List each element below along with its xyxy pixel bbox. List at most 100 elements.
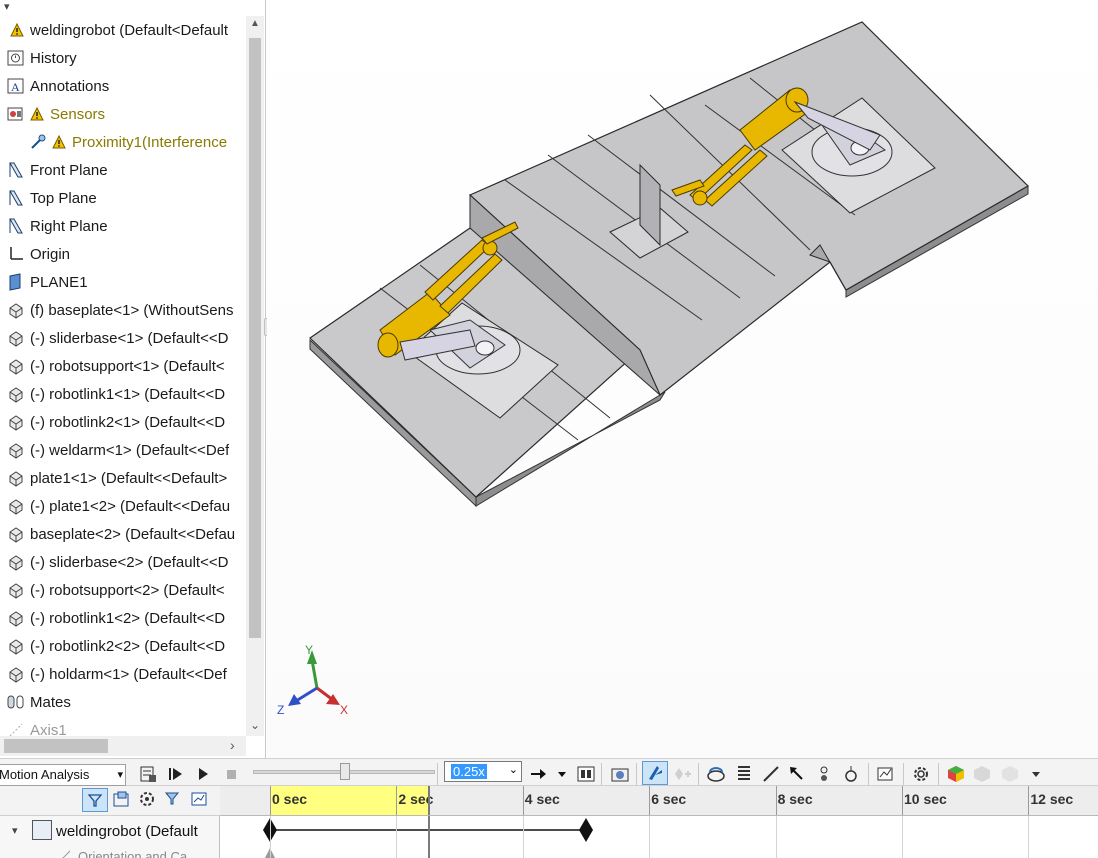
- history-icon: [7, 49, 25, 67]
- tree-item[interactable]: Top Plane: [0, 184, 246, 212]
- tree-item[interactable]: (-) robotlink2<1> (Default<<D: [0, 408, 246, 436]
- tree-item[interactable]: (-) plate1<2> (Default<<Defau: [0, 492, 246, 520]
- ruler-tick-label: 6 sec: [651, 791, 687, 807]
- tree-item-label: (-) robotlink2<2> (Default<<D: [30, 637, 226, 655]
- part-icon: [7, 525, 25, 543]
- filter-results-icon[interactable]: [190, 790, 210, 815]
- grid-line: [1028, 816, 1030, 858]
- solidworks-window: ▾ weldingrobot (Default<Default History A A…: [0, 0, 1098, 858]
- filter-driving-icon[interactable]: [138, 790, 158, 815]
- filter-animating-icon[interactable]: [112, 790, 132, 815]
- tree-item[interactable]: Origin: [0, 240, 246, 268]
- tree-item[interactable]: (-) sliderbase<2> (Default<<D: [0, 548, 246, 576]
- tree-item[interactable]: (-) weldarm<1> (Default<<Def: [0, 436, 246, 464]
- annotations-icon: A: [7, 77, 25, 95]
- warning-icon: [10, 22, 24, 37]
- tree-horizontal-scrollbar[interactable]: ›: [0, 736, 246, 756]
- triad-y-label: Y: [305, 643, 314, 657]
- plane1-icon: [7, 273, 25, 291]
- tree-item-label: Mates: [30, 693, 71, 711]
- options-icon[interactable]: [1000, 764, 1020, 784]
- play-from-start-icon[interactable]: [166, 764, 186, 784]
- motor-icon[interactable]: [706, 764, 726, 784]
- overflow-dropdown-icon[interactable]: [1026, 764, 1046, 784]
- tree-item[interactable]: A Annotations: [0, 72, 246, 100]
- calculate-icon[interactable]: [138, 764, 158, 784]
- timeline-grid[interactable]: [220, 816, 1098, 858]
- scroll-down-icon[interactable]: ⌄: [250, 718, 260, 732]
- stop-icon[interactable]: [221, 764, 241, 784]
- part-icon: [7, 469, 25, 487]
- contact-icon[interactable]: [814, 764, 834, 784]
- scroll-up-icon[interactable]: ▲: [250, 18, 260, 29]
- grid-line: [396, 816, 398, 858]
- tree-item[interactable]: Mates: [0, 688, 246, 716]
- tree-item[interactable]: Front Plane: [0, 156, 246, 184]
- expand-arrow-icon[interactable]: ▾: [12, 824, 18, 837]
- chevron-down-icon: ⌄: [508, 764, 518, 776]
- part-icon: [7, 665, 25, 683]
- collapse-arrow-icon[interactable]: ▾: [4, 0, 10, 13]
- timeline-playhead[interactable]: [428, 786, 430, 815]
- export-icon[interactable]: [972, 764, 992, 784]
- assembly-model[interactable]: [267, 0, 1098, 758]
- arrow-right-icon[interactable]: [528, 764, 548, 784]
- tree-item[interactable]: (-) robotsupport<1> (Default<: [0, 352, 246, 380]
- tree-item[interactable]: plate1<1> (Default<<Default>: [0, 464, 246, 492]
- dropdown-arrow-icon[interactable]: [552, 764, 572, 784]
- timeline-playhead[interactable]: [428, 816, 430, 858]
- results-and-plots-icon[interactable]: [876, 764, 896, 784]
- timeline-ruler[interactable]: 0 sec 2 sec 4 sec 6 sec 8 sec 10 sec 12 sec: [220, 786, 1098, 816]
- tree-item[interactable]: (-) robotlink2<2> (Default<<D: [0, 632, 246, 660]
- tree-item[interactable]: (-) sliderbase<1> (Default<<D: [0, 324, 246, 352]
- keypoint-diamond[interactable]: [579, 818, 593, 842]
- tree-item[interactable]: weldingrobot (Default<Default: [0, 16, 246, 44]
- animation-wizard-icon[interactable]: [610, 764, 630, 784]
- tree-horizontal-scroll-thumb[interactable]: [4, 739, 108, 753]
- toolbar-separator: [437, 763, 438, 785]
- tree-item[interactable]: Proximity1(Interference: [0, 128, 246, 156]
- study-type-select[interactable]: Motion Analysis ▾: [0, 764, 126, 786]
- tree-item-label: (-) robotlink2<1> (Default<<D: [30, 413, 226, 431]
- tree-item[interactable]: (-) robotlink1<2> (Default<<D: [0, 604, 246, 632]
- tree-item[interactable]: Sensors: [0, 100, 246, 128]
- damper-icon[interactable]: [761, 764, 781, 784]
- force-icon[interactable]: [787, 764, 807, 784]
- plane-icon: [7, 217, 25, 235]
- tree-item[interactable]: (-) robotsupport<2> (Default<: [0, 576, 246, 604]
- gear-icon[interactable]: [911, 764, 931, 784]
- tree-item-label: baseplate<2> (Default<<Defau: [30, 525, 236, 543]
- spring-icon[interactable]: [734, 764, 754, 784]
- graphics-area[interactable]: Y X Z: [267, 0, 1098, 758]
- simulation-color-icon[interactable]: [946, 764, 966, 784]
- grid-line: [649, 816, 651, 858]
- autokey-icon[interactable]: [642, 761, 668, 785]
- timeline-child-label[interactable]: Orientation and Ca: [78, 849, 187, 858]
- add-key-icon[interactable]: [673, 764, 693, 784]
- save-animation-icon[interactable]: [576, 764, 596, 784]
- part-icon: [7, 385, 25, 403]
- part-icon: [7, 357, 25, 375]
- tree-item[interactable]: (-) robotlink1<1> (Default<<D: [0, 380, 246, 408]
- tree-vertical-scrollbar[interactable]: ▲ ⌄: [246, 16, 264, 736]
- toolbar-separator: [698, 763, 699, 785]
- part-icon: [7, 637, 25, 655]
- part-icon: [7, 581, 25, 599]
- playback-speed-slider-thumb[interactable]: [340, 763, 351, 780]
- tree-item[interactable]: History: [0, 44, 246, 72]
- timeline-root-label[interactable]: weldingrobot (Default: [56, 823, 198, 840]
- tree-item[interactable]: (-) holdarm<1> (Default<<Def: [0, 660, 246, 688]
- filter-icon[interactable]: [82, 788, 108, 812]
- scroll-right-icon[interactable]: ›: [230, 737, 235, 753]
- tree-item[interactable]: (f) baseplate<1> (WithoutSens: [0, 296, 246, 324]
- tree-vertical-scroll-thumb[interactable]: [249, 38, 261, 638]
- filter-selected-icon[interactable]: [164, 790, 184, 815]
- playback-speed-select[interactable]: 0.25x ⌄: [444, 761, 522, 782]
- coordinate-triad: [288, 650, 340, 706]
- play-icon[interactable]: [193, 764, 213, 784]
- tree-item[interactable]: PLANE1: [0, 268, 246, 296]
- toolbar-separator: [601, 763, 602, 785]
- gravity-icon[interactable]: [841, 764, 861, 784]
- tree-item[interactable]: baseplate<2> (Default<<Defau: [0, 520, 246, 548]
- tree-item[interactable]: Right Plane: [0, 212, 246, 240]
